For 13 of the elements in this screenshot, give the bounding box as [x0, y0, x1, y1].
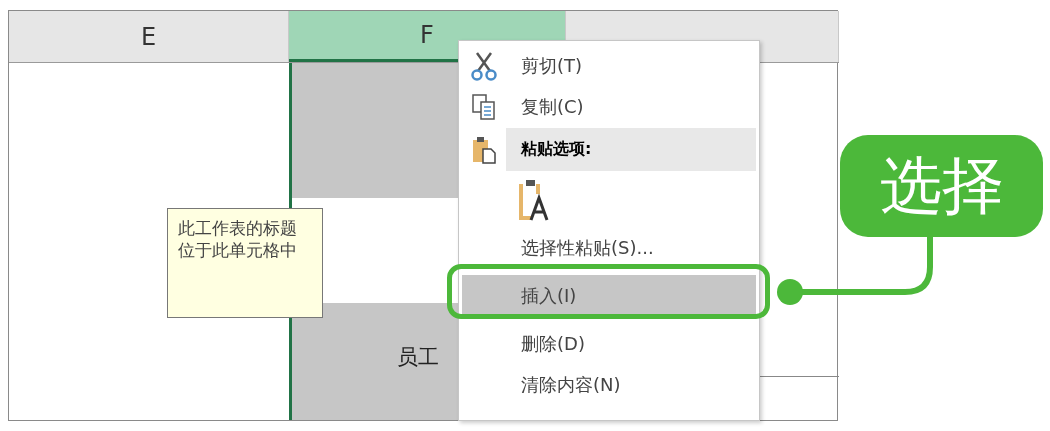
clipboard-icon: [471, 134, 497, 165]
menu-item[interactable]: 删除(D): [462, 323, 756, 364]
copy-icon: [471, 92, 497, 121]
cell-text: 员工: [397, 345, 439, 369]
menu-item[interactable]: 插入(I): [462, 275, 756, 316]
scissors-icon: [471, 50, 497, 81]
menu-section-header: 粘贴选项:: [506, 128, 756, 171]
callout-label: 选择: [840, 135, 1043, 237]
cell-tooltip: 此工作表的标题位于此单元格中: [167, 208, 323, 318]
menu-item[interactable]: 复制(C): [462, 86, 756, 127]
column-header[interactable]: E: [9, 11, 289, 62]
menu-item[interactable]: 清除内容(N): [462, 364, 756, 405]
menu-item[interactable]: 选择性粘贴(S)...: [462, 227, 756, 268]
